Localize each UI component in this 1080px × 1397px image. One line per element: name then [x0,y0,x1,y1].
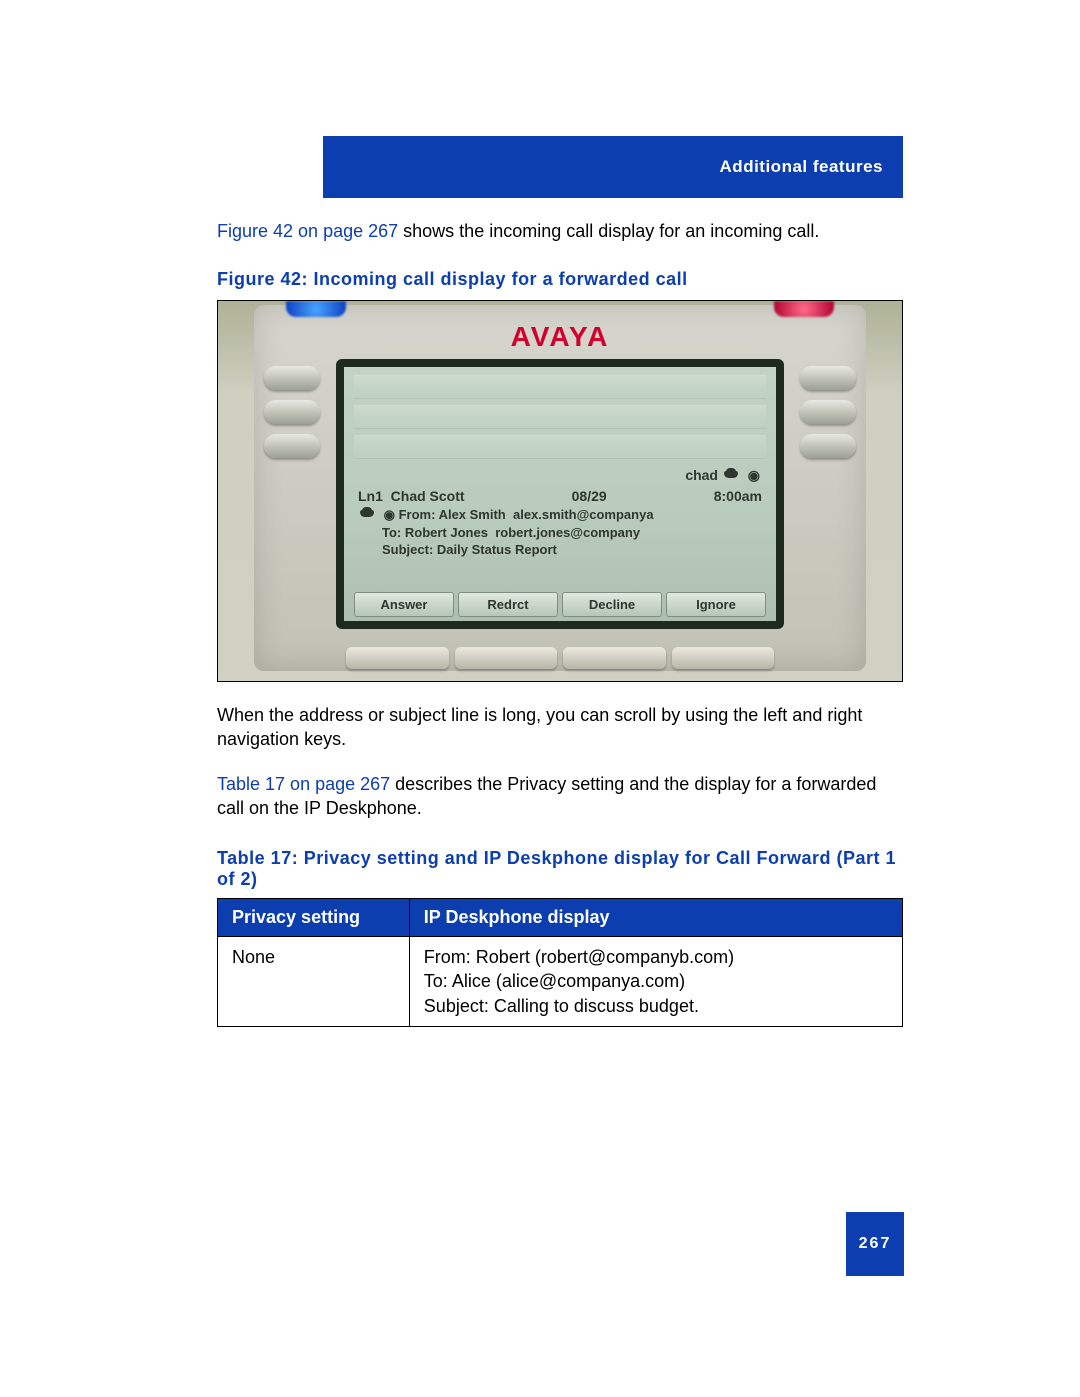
softkey-ignore[interactable]: Ignore [666,592,766,617]
line-button[interactable] [264,434,320,458]
section-header-text: Additional features [720,157,883,177]
softkey-row: Answer Redrct Decline Ignore [354,592,766,617]
table-row: None From: Robert (robert@companyb.com) … [218,936,903,1026]
softkey-answer[interactable]: Answer [354,592,454,617]
figure-42: AVAYA [217,300,903,682]
intro-rest: shows the incoming call display for an i… [398,221,819,241]
led-blue-icon [286,301,346,317]
table-caption: Table 17: Privacy setting and IP Deskpho… [217,848,903,890]
line-button[interactable] [264,400,320,424]
softkey-button[interactable] [455,647,558,669]
content-area: Figure 42 on page 267 shows the incoming… [217,220,903,1027]
softkey-button[interactable] [563,647,666,669]
phone-photo: AVAYA [218,301,902,681]
line-and-name: Ln1 Chad Scott [358,488,465,504]
privacy-table: Privacy setting IP Deskphone display Non… [217,898,903,1027]
avaya-logo: AVAYA [218,321,902,353]
cell-privacy-none: None [218,936,410,1026]
screen-bezel: chad ◉ Ln1 Chad Scott 08/29 8:00am [336,359,784,629]
softkey-button[interactable] [346,647,449,669]
figure-42-link[interactable]: Figure 42 on page 267 [217,221,398,241]
page: Additional features Figure 42 on page 26… [0,0,1080,1397]
phone-screen: chad ◉ Ln1 Chad Scott 08/29 8:00am [344,367,776,621]
page-number: 267 [846,1212,904,1276]
idle-row [354,405,766,429]
telephone-icon [724,468,742,480]
right-line-buttons [800,366,856,458]
to-row: To: Robert Jones robert.jones@company [354,524,766,541]
figure-caption: Figure 42: Incoming call display for a f… [217,269,903,290]
line-time: 8:00am [714,488,762,504]
subject-row: Subject: Daily Status Report [354,541,766,558]
section-header: Additional features [323,136,903,198]
line-button[interactable] [264,366,320,390]
line-status-row: Ln1 Chad Scott 08/29 8:00am [354,486,766,506]
softkey-decline[interactable]: Decline [562,592,662,617]
intro-paragraph: Figure 42 on page 267 shows the incoming… [217,220,903,243]
caller-id-row: chad ◉ [354,465,766,486]
led-red-icon [774,301,834,317]
line-button[interactable] [800,434,856,458]
line-date: 08/29 [572,488,607,504]
th-privacy: Privacy setting [218,898,410,936]
idle-row [354,375,766,399]
paragraph-table-intro: Table 17 on page 267 describes the Priva… [217,773,903,820]
page-number-text: 267 [859,1235,892,1253]
presence-indicator: ◉ [748,467,760,483]
th-display: IP Deskphone display [409,898,902,936]
line-button[interactable] [800,400,856,424]
table-17-link[interactable]: Table 17 on page 267 [217,774,390,794]
softkey-redirect[interactable]: Redrct [458,592,558,617]
cell-display-none: From: Robert (robert@companyb.com) To: A… [409,936,902,1026]
from-row: ◉ From: Alex Smith alex.smith@companya [354,506,766,524]
idle-rows [354,375,766,459]
table-header-row: Privacy setting IP Deskphone display [218,898,903,936]
telephone-icon [360,507,378,519]
idle-row [354,435,766,459]
physical-softkey-buttons [346,647,774,669]
caller-name: chad [685,467,718,483]
line-button[interactable] [800,366,856,390]
left-line-buttons [264,366,320,458]
softkey-button[interactable] [672,647,775,669]
paragraph-scroll-hint: When the address or subject line is long… [217,704,903,751]
